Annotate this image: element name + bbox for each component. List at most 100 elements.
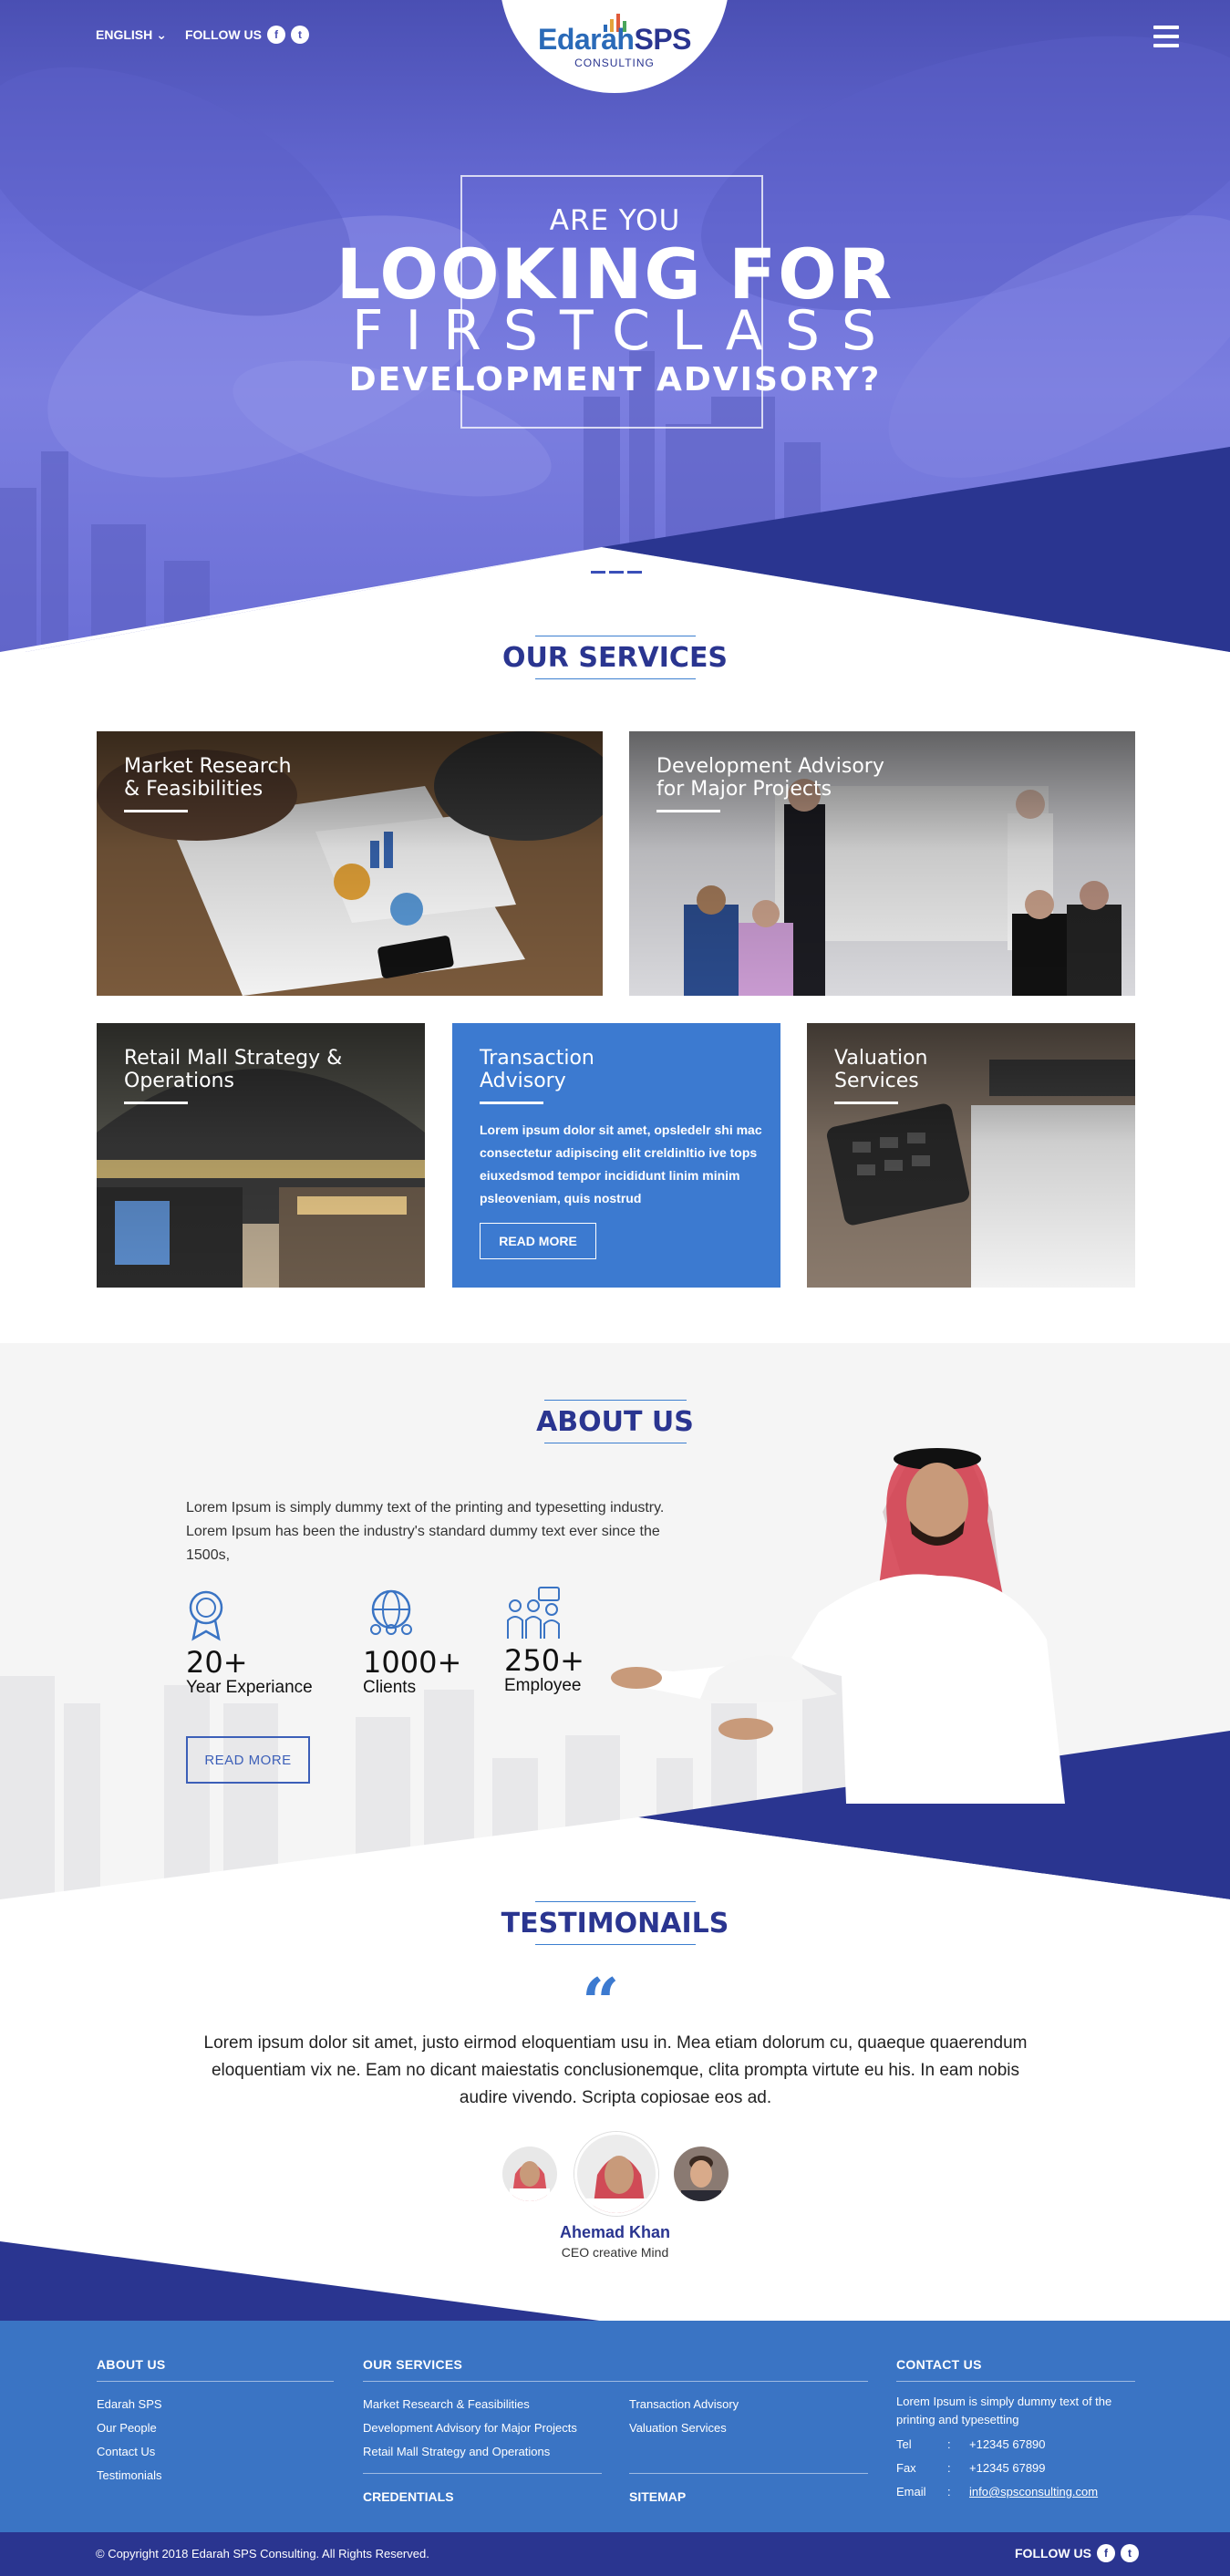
stat-label: Year Experiance [186, 1678, 313, 1697]
logo-main-text: Edarah [537, 23, 635, 56]
globe-people-icon [370, 1589, 412, 1635]
stat-label: Clients [363, 1678, 417, 1697]
services-title: OUR SERVICES [501, 642, 729, 674]
footer: ABOUT US Edarah SPS Our People Contact U… [0, 2321, 1230, 2532]
tel-value: +12345 67890 [969, 2437, 1046, 2451]
separator: : [947, 2437, 951, 2451]
read-more-button[interactable]: READ MORE [480, 1223, 596, 1259]
hero-banner: ENGLISH ⌄ FOLLOW US f t EdarahSPS CONSUL… [0, 0, 1230, 652]
copyright-text: © Copyright 2018 Edarah SPS Consulting. … [96, 2547, 429, 2560]
footer-link[interactable]: Retail Mall Strategy and Operations [363, 2440, 629, 2464]
service-card-transaction-advisory[interactable]: Transaction Advisory Lorem ipsum dolor s… [452, 1023, 780, 1288]
card-title: Development Advisory for Major Projects [656, 755, 884, 801]
hero-line-1: ARE YOU [549, 204, 681, 237]
footer-link[interactable]: Edarah SPS [97, 2393, 334, 2416]
footer-link[interactable]: Development Advisory for Major Projects [363, 2416, 629, 2440]
stat-value: 250+ [504, 1643, 584, 1678]
chevron-down-icon: ⌄ [156, 26, 167, 42]
hero-angled-shapes [0, 447, 1230, 652]
stat-employee: 250+ Employee [504, 1586, 584, 1696]
language-label: ENGLISH [96, 27, 153, 42]
logo-subtext: CONSULTING [574, 57, 655, 69]
stat-value: 20+ [186, 1645, 248, 1680]
fax-value: +12345 67899 [969, 2461, 1046, 2475]
email-link[interactable]: info@spsconsulting.com [969, 2480, 1098, 2504]
twitter-icon[interactable]: t [1121, 2544, 1139, 2562]
footer-contact-text: Lorem Ipsum is simply dummy text of the … [896, 2395, 1112, 2426]
contact-tel: Tel: +12345 67890 [896, 2433, 1135, 2457]
facebook-icon[interactable]: f [266, 26, 285, 44]
title-underline [124, 810, 188, 812]
page: ENGLISH ⌄ FOLLOW US f t EdarahSPS CONSUL… [0, 0, 1230, 2576]
footer-services-column: OUR SERVICES Market Research & Feasibili… [363, 2357, 868, 2509]
footer-angle-shape [0, 2241, 1230, 2323]
stat-label: Employee [504, 1676, 582, 1695]
service-card-valuation[interactable]: Valuation Services [807, 1023, 1135, 1288]
team-icon [507, 1587, 560, 1639]
bottom-bar: © Copyright 2018 Edarah SPS Consulting. … [0, 2532, 1230, 2576]
about-section: ABOUT US Lorem Ipsum is simply dummy tex… [0, 1343, 1230, 1899]
footer-link[interactable]: Testimonials [97, 2464, 334, 2488]
logo-text: EdarahSPS [537, 23, 692, 57]
footer-link[interactable]: Our People [97, 2416, 334, 2440]
man-presenting-image [609, 1448, 1065, 1804]
testimonial-quote: Lorem ipsum dolor sit amet, justo eirmod… [203, 2033, 1028, 2107]
about-heading: ABOUT US [0, 1400, 1230, 1443]
separator: : [947, 2461, 951, 2475]
contact-fax: Fax: +12345 67899 [896, 2457, 1135, 2480]
footer-sitemap-link[interactable]: SITEMAP [629, 2485, 868, 2509]
avatar-active[interactable] [574, 2132, 658, 2216]
avatar-right[interactable] [674, 2147, 729, 2201]
email-label: Email [896, 2485, 926, 2498]
title-underline [834, 1102, 898, 1104]
footer-about-column: ABOUT US Edarah SPS Our People Contact U… [97, 2357, 334, 2488]
separator: : [947, 2485, 951, 2498]
fax-label: Fax [896, 2461, 916, 2475]
tel-label: Tel [896, 2437, 912, 2451]
slider-dots[interactable] [591, 571, 642, 574]
testimonials-title: TESTIMONAILS [501, 1908, 729, 1940]
service-card-retail-mall[interactable]: Retail Mall Strategy & Operations [97, 1023, 425, 1288]
title-underline [656, 810, 720, 812]
top-bar: ENGLISH ⌄ FOLLOW US f t [96, 26, 309, 44]
card-title: Transaction Advisory [480, 1047, 594, 1092]
service-card-market-research[interactable]: Market Research & Feasibilities [97, 731, 603, 996]
services-heading: OUR SERVICES [0, 636, 1230, 679]
hero-line-3: FIRSTCLASS [351, 299, 899, 363]
about-read-more-button[interactable]: READ MORE [186, 1736, 310, 1784]
footer-services-links: Market Research & Feasibilities Developm… [363, 2393, 868, 2509]
stat-value: 1000+ [363, 1645, 462, 1680]
footer-link[interactable]: Valuation Services [629, 2416, 868, 2440]
logo-accent-text: SPS [634, 23, 691, 56]
card-title: Market Research & Feasibilities [124, 755, 292, 801]
avatar-left[interactable] [502, 2147, 557, 2201]
footer-contact-column: CONTACT US Lorem Ipsum is simply dummy t… [896, 2357, 1135, 2504]
hamburger-icon[interactable] [1153, 26, 1179, 47]
footer-link[interactable]: Transaction Advisory [629, 2393, 868, 2416]
footer-credentials-link[interactable]: CREDENTIALS [363, 2485, 629, 2509]
hero-line-4: DEVELOPMENT ADVISORY? [348, 361, 882, 398]
service-card-development-advisory[interactable]: Development Advisory for Major Projects [629, 731, 1135, 996]
testimonial-name: Ahemad Khan [559, 2223, 671, 2241]
card-description: Lorem ipsum dolor sit amet, opsledelr sh… [480, 1122, 762, 1205]
footer-link[interactable]: Contact Us [97, 2440, 334, 2464]
quote-icon: “ [582, 1963, 620, 2041]
footer-about-heading: ABOUT US [97, 2357, 166, 2372]
follow-us: FOLLOW US f t [185, 26, 309, 44]
twitter-icon[interactable]: t [290, 26, 309, 44]
stat-experience: 20+ Year Experiance [186, 1589, 313, 1698]
footer-contact-heading: CONTACT US [896, 2357, 982, 2372]
bottom-follow: FOLLOW US f t [1015, 2544, 1139, 2562]
language-selector[interactable]: ENGLISH ⌄ [96, 27, 167, 43]
stat-clients: 1000+ Clients [363, 1589, 461, 1698]
title-underline [124, 1102, 188, 1104]
footer-link[interactable]: Market Research & Feasibilities [363, 2393, 629, 2416]
award-icon [189, 1590, 223, 1641]
follow-label: FOLLOW US [184, 27, 262, 42]
bottom-follow-label: FOLLOW US [1015, 2546, 1091, 2560]
testimonials-heading: TESTIMONAILS [0, 1901, 1230, 1945]
title-underline [480, 1102, 543, 1104]
facebook-icon[interactable]: f [1097, 2544, 1115, 2562]
card-title: Valuation Services [834, 1047, 928, 1092]
footer-services-heading: OUR SERVICES [363, 2357, 463, 2372]
